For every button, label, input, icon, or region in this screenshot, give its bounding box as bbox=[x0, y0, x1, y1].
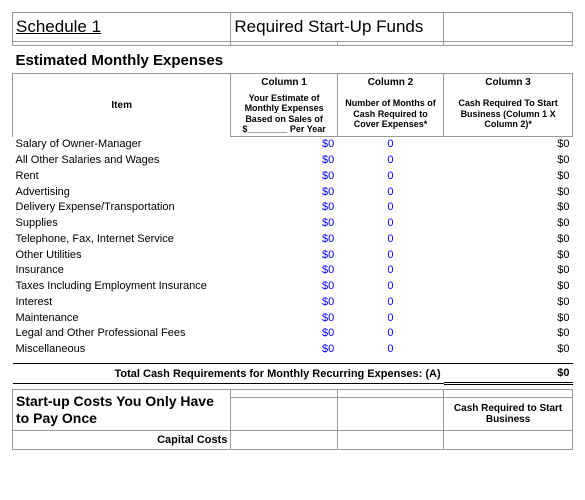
table-row: Insurance$00$0 bbox=[13, 263, 573, 279]
col3-cell: $0 bbox=[444, 216, 573, 232]
item-cell: Insurance bbox=[13, 263, 231, 279]
col1-cell: $0 bbox=[231, 153, 337, 169]
item-cell: Taxes Including Employment Insurance bbox=[13, 279, 231, 295]
worksheet-table: Schedule 1 Required Start-Up Funds Estim… bbox=[12, 12, 573, 450]
section1-heading-row: Estimated Monthly Expenses bbox=[13, 46, 573, 74]
item-cell: Other Utilities bbox=[13, 248, 231, 264]
col2-cell: 0 bbox=[337, 185, 443, 201]
col3-cell: $0 bbox=[444, 153, 573, 169]
item-cell: Interest bbox=[13, 295, 231, 311]
col1-cell: $0 bbox=[231, 248, 337, 264]
col1-cell: $0 bbox=[231, 200, 337, 216]
col2-cell: 0 bbox=[337, 137, 443, 153]
column-header-row: Item Column 1 Column 2 Column 3 bbox=[13, 74, 573, 92]
table-row: Telephone, Fax, Internet Service$00$0 bbox=[13, 232, 573, 248]
item-cell: Delivery Expense/Transportation bbox=[13, 200, 231, 216]
col2-cell: 0 bbox=[337, 342, 443, 358]
col2-cell: 0 bbox=[337, 279, 443, 295]
table-row: Legal and Other Professional Fees$00$0 bbox=[13, 326, 573, 342]
table-row: Taxes Including Employment Insurance$00$… bbox=[13, 279, 573, 295]
table-row: Supplies$00$0 bbox=[13, 216, 573, 232]
item-cell: Salary of Owner-Manager bbox=[13, 137, 231, 153]
schedule-label: Schedule 1 bbox=[13, 13, 231, 42]
total-value: $0 bbox=[444, 364, 573, 384]
table-row: Interest$00$0 bbox=[13, 295, 573, 311]
col3-cell: $0 bbox=[444, 279, 573, 295]
capital-costs-label: Capital Costs bbox=[13, 430, 231, 449]
col1-cell: $0 bbox=[231, 169, 337, 185]
col2-cell: 0 bbox=[337, 232, 443, 248]
item-cell: Maintenance bbox=[13, 311, 231, 327]
col2-cell: 0 bbox=[337, 153, 443, 169]
table-row: Rent$00$0 bbox=[13, 169, 573, 185]
col1-cell: $0 bbox=[231, 295, 337, 311]
col2-cell: 0 bbox=[337, 248, 443, 264]
col2-cell: 0 bbox=[337, 263, 443, 279]
total-label: Total Cash Requirements for Monthly Recu… bbox=[13, 364, 444, 384]
header-item: Item bbox=[13, 74, 231, 137]
header-col1: Column 1 bbox=[231, 74, 337, 92]
col1-cell: $0 bbox=[231, 216, 337, 232]
subheader-col1: Your Estimate of Monthly Expenses Based … bbox=[231, 91, 337, 137]
col2-cell: 0 bbox=[337, 200, 443, 216]
table-row: Delivery Expense/Transportation$00$0 bbox=[13, 200, 573, 216]
col2-cell: 0 bbox=[337, 216, 443, 232]
item-cell: Rent bbox=[13, 169, 231, 185]
subheader-col2: Number of Months of Cash Required to Cov… bbox=[337, 91, 443, 137]
col1-cell: $0 bbox=[231, 326, 337, 342]
header-col2: Column 2 bbox=[337, 74, 443, 92]
col3-cell: $0 bbox=[444, 200, 573, 216]
col1-cell: $0 bbox=[231, 311, 337, 327]
header-col3: Column 3 bbox=[444, 74, 573, 92]
item-cell: All Other Salaries and Wages bbox=[13, 153, 231, 169]
subheader-col3: Cash Required To Start Business (Column … bbox=[444, 91, 573, 137]
col1-cell: $0 bbox=[231, 342, 337, 358]
col3-cell: $0 bbox=[444, 326, 573, 342]
section2-heading-row: Start-up Costs You Only Have to Pay Once bbox=[13, 390, 573, 398]
col1-cell: $0 bbox=[231, 263, 337, 279]
col3-cell: $0 bbox=[444, 185, 573, 201]
page-title: Required Start-Up Funds bbox=[231, 13, 444, 42]
col3-cell: $0 bbox=[444, 169, 573, 185]
item-cell: Supplies bbox=[13, 216, 231, 232]
section1-heading: Estimated Monthly Expenses bbox=[13, 46, 573, 74]
col3-cell: $0 bbox=[444, 342, 573, 358]
total-row: Total Cash Requirements for Monthly Recu… bbox=[13, 364, 573, 384]
table-row: Salary of Owner-Manager$00$0 bbox=[13, 137, 573, 153]
col1-cell: $0 bbox=[231, 185, 337, 201]
col3-cell: $0 bbox=[444, 295, 573, 311]
col2-cell: 0 bbox=[337, 326, 443, 342]
col1-cell: $0 bbox=[231, 279, 337, 295]
title-row: Schedule 1 Required Start-Up Funds bbox=[13, 13, 573, 42]
table-row: Other Utilities$00$0 bbox=[13, 248, 573, 264]
table-row: Maintenance$00$0 bbox=[13, 311, 573, 327]
table-row: Miscellaneous$00$0 bbox=[13, 342, 573, 358]
item-cell: Telephone, Fax, Internet Service bbox=[13, 232, 231, 248]
col2-cell: 0 bbox=[337, 295, 443, 311]
table-row: Advertising$00$0 bbox=[13, 185, 573, 201]
item-cell: Miscellaneous bbox=[13, 342, 231, 358]
col2-cell: 0 bbox=[337, 311, 443, 327]
capital-costs-row: Capital Costs bbox=[13, 430, 573, 449]
col3-cell: $0 bbox=[444, 311, 573, 327]
section2-heading: Start-up Costs You Only Have to Pay Once bbox=[13, 390, 231, 431]
col2-cell: 0 bbox=[337, 169, 443, 185]
col3-cell: $0 bbox=[444, 248, 573, 264]
item-cell: Legal and Other Professional Fees bbox=[13, 326, 231, 342]
col1-cell: $0 bbox=[231, 137, 337, 153]
col1-cell: $0 bbox=[231, 232, 337, 248]
col3-cell: $0 bbox=[444, 232, 573, 248]
title-blank bbox=[444, 13, 573, 42]
col3-cell: $0 bbox=[444, 137, 573, 153]
table-row: All Other Salaries and Wages$00$0 bbox=[13, 153, 573, 169]
item-cell: Advertising bbox=[13, 185, 231, 201]
col3-cell: $0 bbox=[444, 263, 573, 279]
section2-col3-label: Cash Required to Start Business bbox=[444, 398, 573, 431]
